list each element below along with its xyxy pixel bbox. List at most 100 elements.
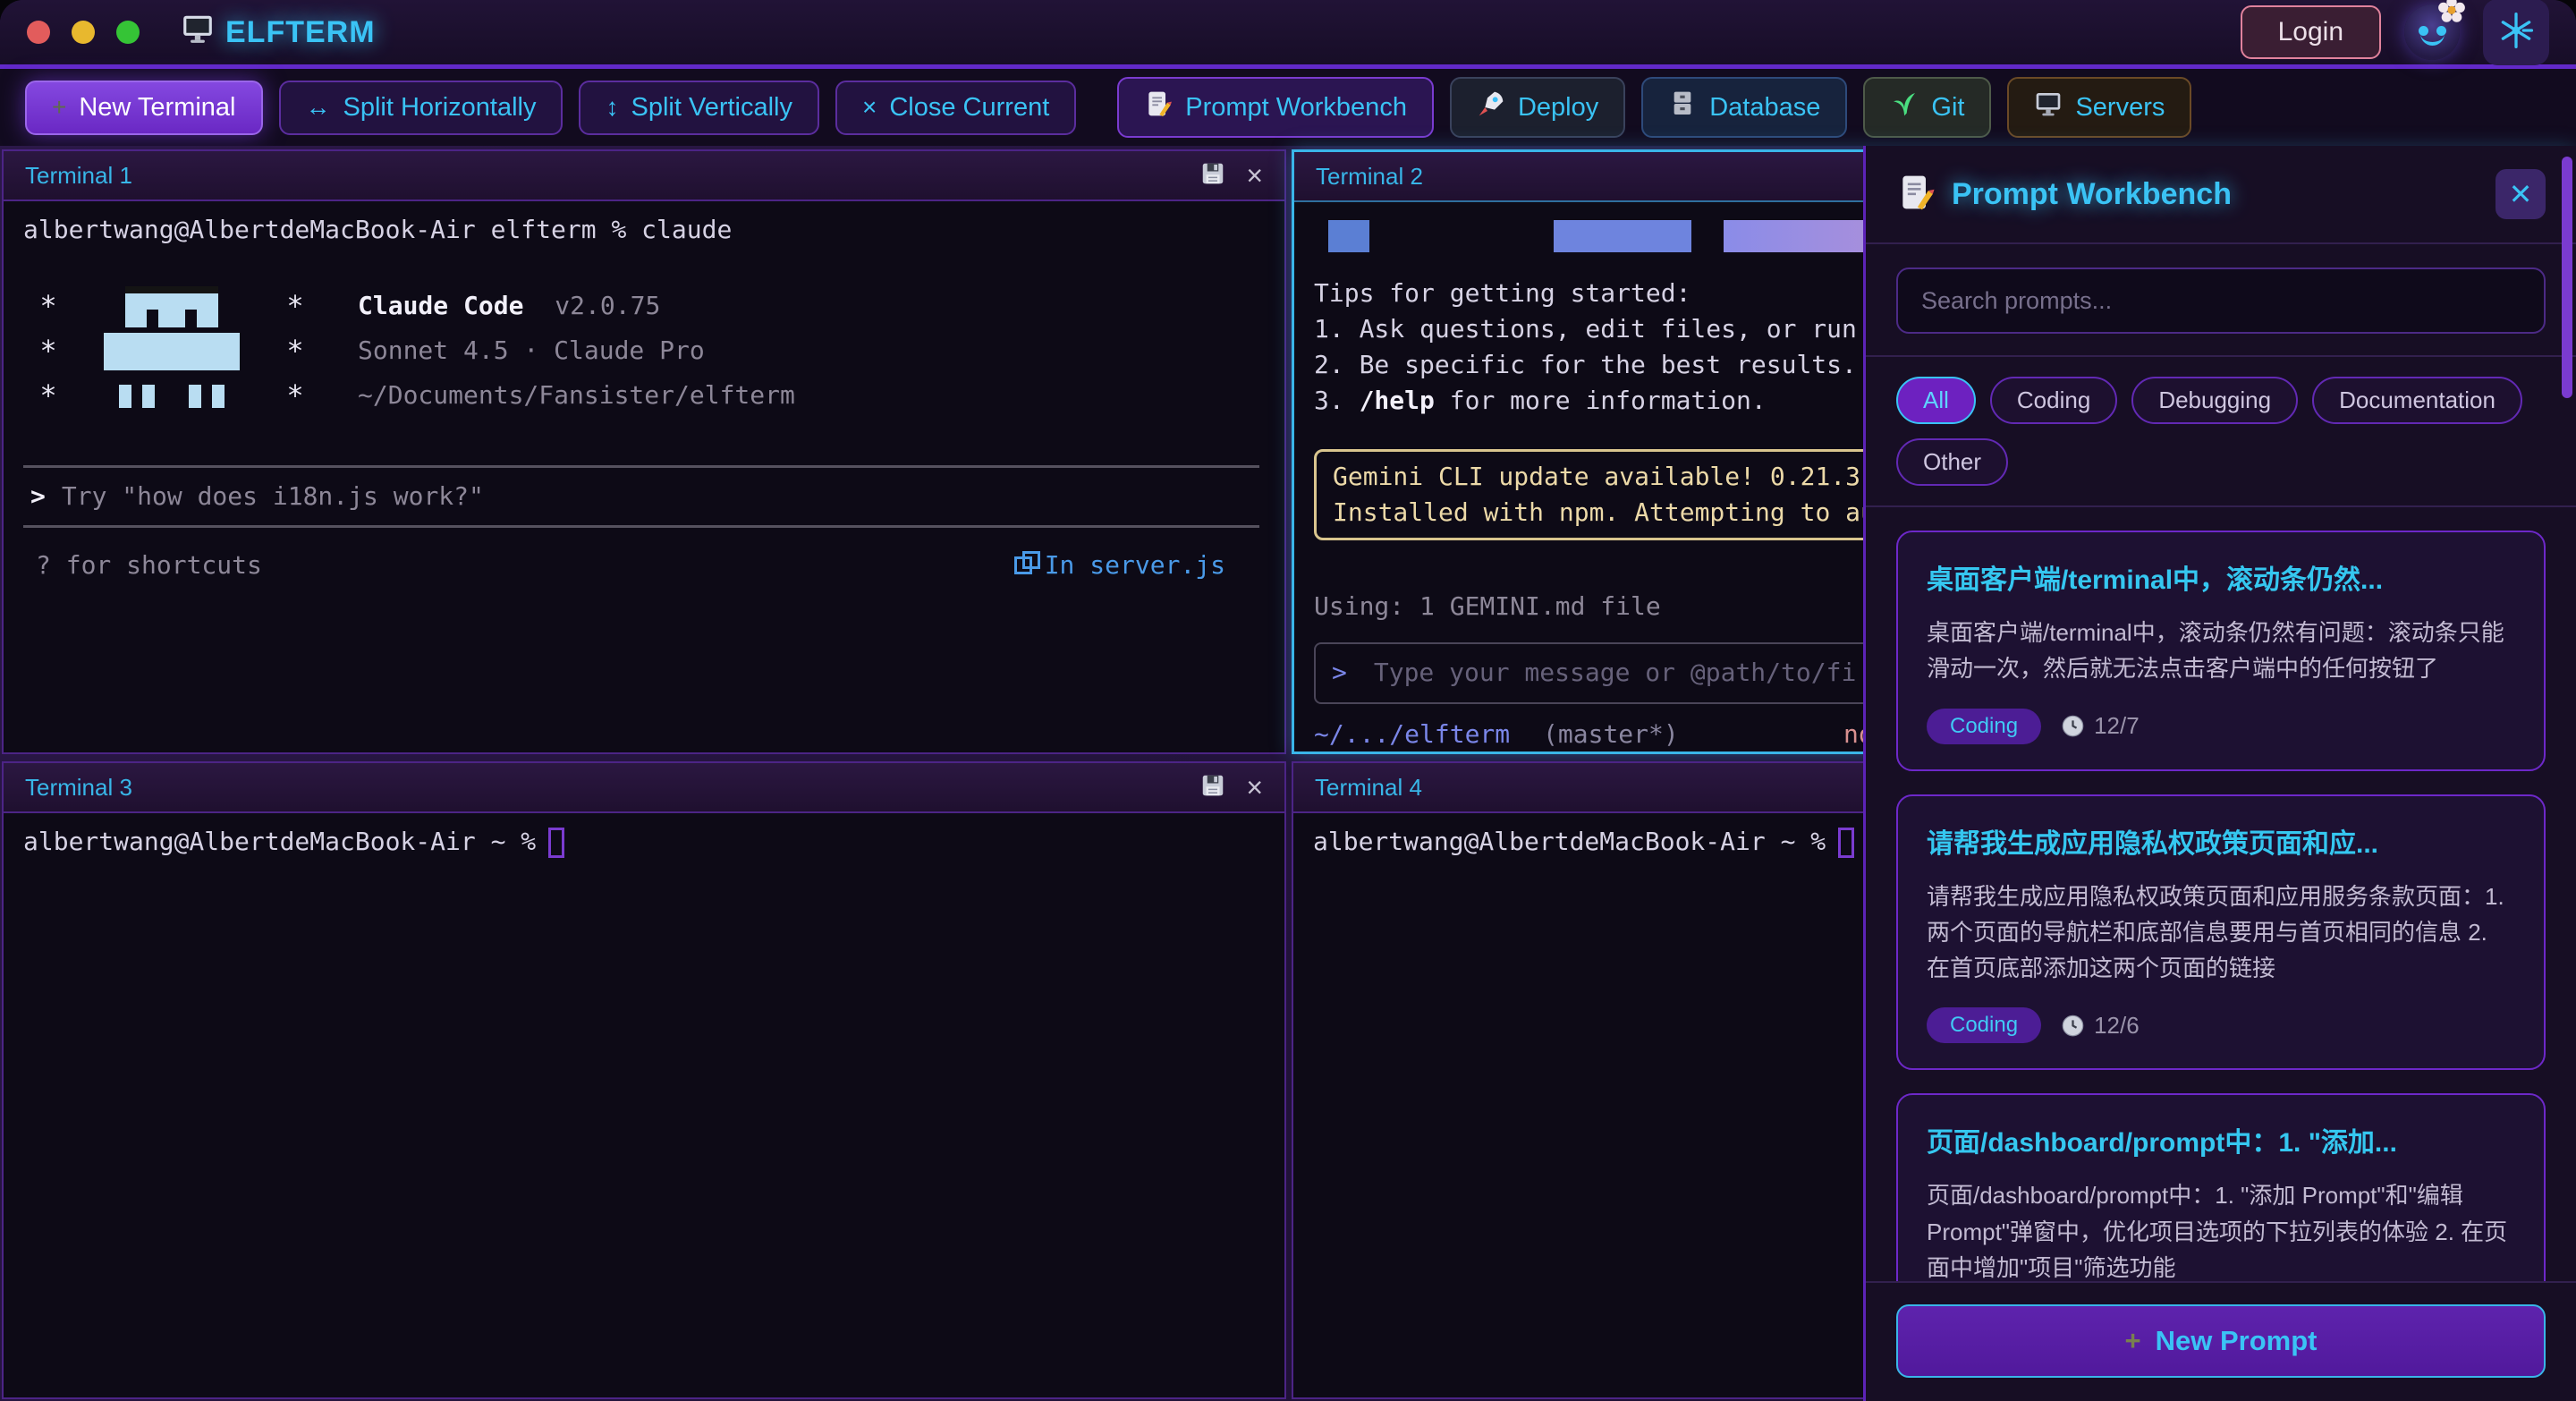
terminal-3-screen[interactable]: albertwang@AlbertdeMacBook-Air ~ % (4, 813, 1284, 1397)
search-input[interactable] (1896, 267, 2546, 334)
notepad-icon (1896, 173, 1936, 217)
claude-logo-legs (73, 385, 270, 408)
context-indicator: In server.js (1014, 548, 1225, 584)
claude-banner-row: * * Claude Code v2.0.75 (23, 284, 1265, 329)
git-label: Git (1931, 93, 1964, 123)
clock-icon (2061, 1014, 2085, 1038)
claude-input-box[interactable]: >Try "how does i18n.js work?" (23, 465, 1259, 529)
snowflake-icon (2496, 11, 2536, 55)
filter-chip-other[interactable]: Other (1896, 438, 2008, 486)
terminal-2-title: Terminal 2 (1316, 163, 1423, 191)
claude-footer: ? for shortcuts In server.js (23, 548, 1265, 584)
banner-bar (1328, 220, 1369, 252)
date-label: 12/6 (2061, 1012, 2140, 1040)
star-glyph: * (270, 330, 320, 371)
claude-model-line: Sonnet 4.5 · Claude Pro (358, 333, 705, 369)
split-vertically-button[interactable]: ↕ Split Vertically (579, 81, 819, 135)
shortcuts-hint: ? for shortcuts (36, 548, 262, 584)
prompt-card-footer: Coding 12/6 (1927, 1007, 2515, 1043)
deploy-button[interactable]: Deploy (1450, 77, 1625, 138)
prompt-card[interactable]: 桌面客户端/terminal中，滚动条仍然... 桌面客户端/terminal中… (1896, 531, 2546, 771)
close-current-button[interactable]: × Close Current (835, 81, 1076, 135)
close-terminal-icon[interactable]: × (1246, 773, 1263, 802)
login-button[interactable]: Login (2241, 5, 2381, 59)
plus-icon: + (52, 93, 66, 122)
close-window-button[interactable] (27, 21, 50, 44)
close-workbench-button[interactable]: ✕ (2496, 169, 2546, 219)
claude-brand-line: Claude Code v2.0.75 (358, 288, 660, 325)
terminal-line: albertwang@AlbertdeMacBook-Air ~ % (23, 824, 1265, 861)
terminal-3-actions: × (1199, 772, 1263, 803)
prompt-caret: > (1332, 655, 1347, 692)
split-horizontally-label: Split Horizontally (343, 93, 537, 123)
app-title-text: ELFTERM (225, 15, 376, 50)
database-button[interactable]: Database (1641, 77, 1847, 138)
monitor-icon (181, 12, 215, 54)
input-hint: Try "how does i18n.js work?" (62, 481, 484, 511)
terminal-1-title: Terminal 1 (25, 162, 132, 190)
new-terminal-button[interactable]: + New Terminal (25, 81, 263, 135)
context-file-label: In server.js (1045, 548, 1225, 584)
save-icon[interactable] (1199, 772, 1226, 803)
prompt-card[interactable]: 页面/dashboard/prompt中：1. "添加... 页面/dashbo… (1896, 1093, 2546, 1281)
toolbar: + New Terminal ↔ Split Horizontally ↕ Sp… (0, 69, 2576, 146)
new-prompt-button[interactable]: + New Prompt (1896, 1304, 2546, 1378)
split-vertically-label: Split Vertically (631, 93, 792, 123)
deploy-label: Deploy (1518, 93, 1598, 123)
input-placeholder: Type your message or @path/to/fi (1374, 655, 1856, 692)
claude-logo-head (73, 286, 270, 327)
date-label: 12/7 (2061, 712, 2140, 740)
avatar[interactable] (2404, 4, 2460, 60)
prompt-workbench-label: Prompt Workbench (1185, 93, 1407, 123)
terminal-3-header: Terminal 3 × (4, 763, 1284, 813)
filter-chip-debugging[interactable]: Debugging (2131, 377, 2298, 424)
prompt-card-title: 桌面客户端/terminal中，滚动条仍然... (1927, 557, 2515, 597)
rocket-icon (1477, 89, 1505, 125)
prompt-card-body: 请帮我生成应用隐私权政策页面和应用服务条款页面：1. 两个页面的导航栏和底部信息… (1927, 879, 2515, 987)
banner-bar (1554, 220, 1691, 252)
split-horizontal-icon: ↔ (306, 93, 331, 122)
status-branch: (master*) (1543, 719, 1679, 749)
servers-label: Servers (2075, 93, 2165, 123)
database-label: Database (1709, 93, 1820, 123)
tag-badge: Coding (1927, 1007, 2041, 1043)
terminal-cursor (1838, 828, 1854, 858)
overlap-squares-icon (1014, 556, 1032, 574)
servers-button[interactable]: Servers (2007, 77, 2191, 138)
maximize-window-button[interactable] (116, 21, 140, 44)
minimize-window-button[interactable] (72, 21, 95, 44)
terminal-line: albertwang@AlbertdeMacBook-Air elfterm %… (23, 212, 1265, 249)
app-window: ELFTERM Login + New Terminal (0, 0, 2576, 1401)
terminal-3-title: Terminal 3 (25, 774, 132, 802)
prompt-card[interactable]: 请帮我生成应用隐私权政策页面和应... 请帮我生成应用隐私权政策页面和应用服务条… (1896, 794, 2546, 1071)
new-terminal-label: New Terminal (79, 93, 235, 123)
terminal-1-actions: × (1199, 160, 1263, 191)
filter-chip-documentation[interactable]: Documentation (2312, 377, 2522, 424)
claude-brand: Claude Code (358, 291, 523, 320)
new-prompt-label: New Prompt (2156, 1325, 2318, 1357)
save-icon[interactable] (1199, 160, 1226, 191)
close-terminal-icon[interactable]: × (1246, 161, 1263, 190)
workbench-header: Prompt Workbench ✕ (1866, 146, 2576, 244)
tag-badge: Coding (1927, 709, 2041, 744)
snowflake-settings-button[interactable] (2483, 0, 2549, 65)
workbench-footer: + New Prompt (1866, 1281, 2576, 1401)
terminal-1-screen[interactable]: albertwang@AlbertdeMacBook-Air elfterm %… (4, 201, 1284, 752)
plus-icon: + (2125, 1325, 2141, 1357)
filter-chip-coding[interactable]: Coding (1990, 377, 2117, 424)
herb-icon (1890, 89, 1919, 125)
avatar-mouth (2420, 31, 2445, 46)
prompt-card-title: 请帮我生成应用隐私权政策页面和应... (1927, 821, 2515, 861)
banner-bar (1724, 220, 1872, 252)
git-button[interactable]: Git (1863, 77, 1991, 138)
terminal-pane-3: Terminal 3 × albertwang@AlbertdeMacBook-… (2, 761, 1286, 1399)
prompt-workbench-button[interactable]: Prompt Workbench (1117, 77, 1434, 138)
titlebar-actions: Login (2241, 0, 2549, 65)
split-horizontally-button[interactable]: ↔ Split Horizontally (279, 81, 564, 135)
workbench-search-section (1866, 244, 2576, 357)
filter-chip-all[interactable]: All (1896, 377, 1976, 424)
scrollbar-thumb[interactable] (2562, 157, 2572, 398)
terminal-4-title: Terminal 4 (1315, 774, 1422, 802)
claude-banner: * * Claude Code v2.0.75 * * Sonnet 4.5 ·… (23, 284, 1265, 419)
prompt-workbench-panel: Prompt Workbench ✕ All Coding Debugging … (1863, 146, 2576, 1401)
